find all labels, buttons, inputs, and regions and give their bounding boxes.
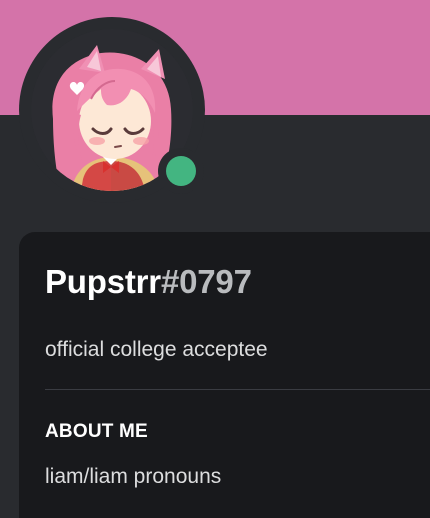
about-me-heading: ABOUT ME <box>45 421 148 442</box>
about-me-text: liam/liam pronouns <box>45 465 222 488</box>
discriminator: #0797 <box>160 263 252 300</box>
divider <box>45 389 430 390</box>
username: Pupstrr <box>45 263 161 300</box>
profile-card: Pupstrr#0797 official college acceptee A… <box>19 232 430 518</box>
user-profile-popout: Pupstrr#0797 official college acceptee A… <box>0 0 430 518</box>
status-online-icon <box>166 156 196 186</box>
custom-status: official college acceptee <box>45 338 268 361</box>
status-indicator-ring <box>158 148 204 194</box>
username-row[interactable]: Pupstrr#0797 <box>45 265 252 298</box>
avatar-ring <box>19 17 205 203</box>
